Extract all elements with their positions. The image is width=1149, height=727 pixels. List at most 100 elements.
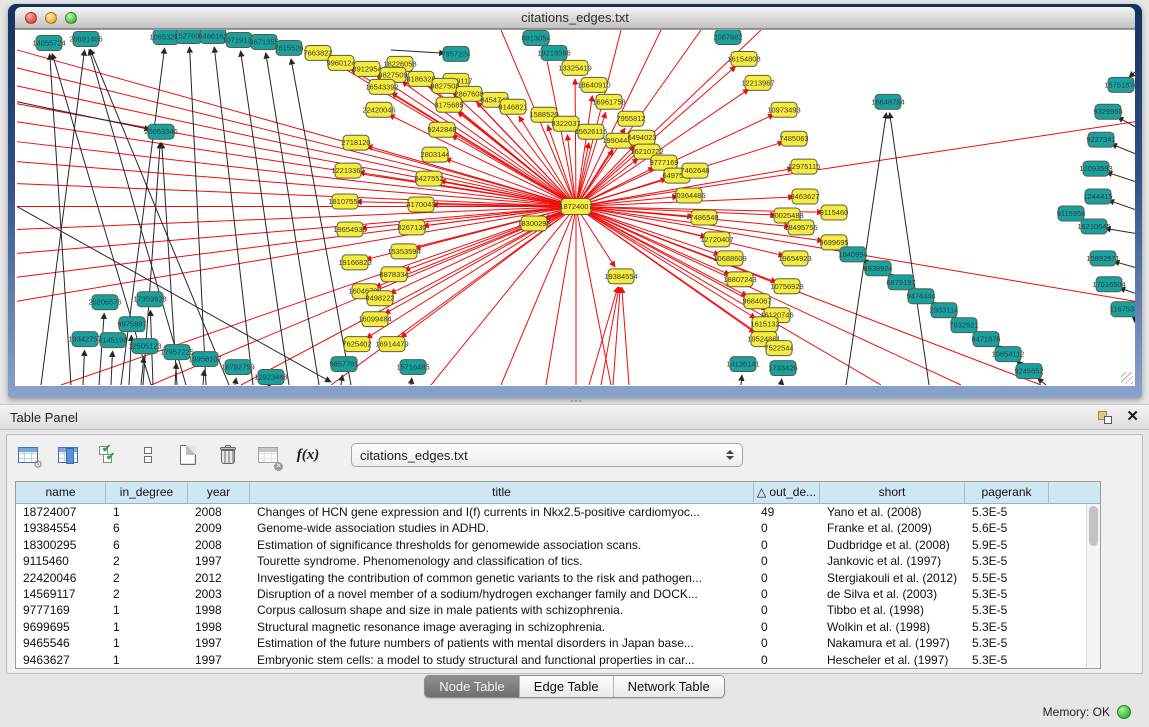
table-cell[interactable]: 22420046 — [16, 570, 106, 586]
table-row[interactable]: 1872400712008Changes of HCN gene express… — [16, 504, 1086, 520]
memory-status-icon[interactable] — [1117, 705, 1131, 719]
table-row[interactable]: 1456911722003Disruption of a novel membe… — [16, 586, 1086, 602]
graph-edge-black[interactable] — [781, 379, 782, 385]
network-window-titlebar[interactable]: citations_edges.txt — [15, 7, 1135, 29]
table-row[interactable]: 946554611997Estimation of the future num… — [16, 635, 1086, 651]
graph-edge-black[interactable] — [241, 51, 289, 385]
table-cell[interactable]: 1997 — [188, 553, 250, 569]
table-cell[interactable]: Stergiakouli et al. (2012) — [820, 570, 965, 586]
table-cell[interactable]: 9777169 — [16, 602, 106, 618]
table-cell[interactable]: 5.3E-5 — [965, 602, 1049, 618]
table-cell[interactable]: de Silva et al. (2003) — [820, 586, 965, 602]
graph-edge-black[interactable] — [121, 48, 165, 385]
float-panel-icon[interactable] — [1098, 411, 1112, 424]
table-cell[interactable]: Tibbo et al. (1998) — [820, 602, 965, 618]
table-cell[interactable]: 9115460 — [16, 553, 106, 569]
table-cell[interactable]: Jankovic et al. (1997) — [820, 553, 965, 569]
table-selector-dropdown[interactable]: citations_edges.txt — [351, 443, 743, 467]
column-header-title[interactable]: title — [250, 482, 754, 503]
graph-edge-black[interactable] — [1108, 200, 1135, 209]
table-cell[interactable]: Genome-wide association studies in ADHD. — [250, 520, 754, 536]
table-row[interactable]: 946362711997Embryonic stem cells: a mode… — [16, 652, 1086, 668]
table-cell[interactable]: 2003 — [188, 586, 250, 602]
table-cell[interactable]: 9699695 — [16, 619, 106, 635]
show-column-icon[interactable] — [55, 442, 81, 468]
table-cell[interactable]: 1997 — [188, 652, 250, 668]
table-row[interactable]: 977716911998Corpus callosum shape and si… — [16, 602, 1086, 618]
column-header-year[interactable]: year — [188, 482, 250, 503]
table-cell[interactable]: 5.3E-5 — [965, 553, 1049, 569]
graph-edge-black[interactable] — [83, 350, 85, 385]
tab-node-table[interactable]: Node Table — [425, 676, 520, 697]
graph-edge-black[interactable] — [341, 375, 342, 385]
graph-edge-red[interactable] — [622, 287, 629, 385]
column-header-in_degree[interactable]: in_degree — [106, 482, 188, 503]
graph-edge-red[interactable] — [452, 135, 576, 206]
table-cell[interactable]: 1 — [106, 652, 188, 668]
table-cell[interactable]: Nakamura et al. (1997) — [820, 635, 965, 651]
graph-edge-black[interactable] — [1106, 172, 1135, 181]
graph-edge-black[interactable] — [99, 313, 104, 385]
zoom-window-icon[interactable] — [65, 12, 77, 24]
table-row[interactable]: 1938455462009Genome-wide association stu… — [16, 520, 1086, 536]
table-cell[interactable]: Franke et al. (2009) — [820, 520, 965, 536]
table-cell[interactable]: 1 — [106, 635, 188, 651]
table-cell[interactable]: 5.9E-5 — [965, 537, 1049, 553]
table-cell[interactable]: Disruption of a novel member of a sodium… — [250, 586, 754, 602]
table-cell[interactable]: 0 — [754, 602, 820, 618]
graph-edge-black[interactable] — [203, 370, 204, 385]
graph-edge-black[interactable] — [235, 378, 236, 385]
table-cell[interactable]: 6 — [106, 537, 188, 553]
table-cell[interactable]: 2012 — [188, 570, 250, 586]
table-cell[interactable]: 1 — [106, 619, 188, 635]
table-cell[interactable]: Tourette syndrome. Phenomenology and cla… — [250, 553, 754, 569]
column-header-short[interactable]: short — [820, 482, 965, 503]
table-cell[interactable]: 6 — [106, 520, 188, 536]
graph-edge-red[interactable] — [359, 172, 576, 206]
table-cell[interactable]: 2 — [106, 553, 188, 569]
table-cell[interactable]: 0 — [754, 553, 820, 569]
create-table-icon[interactable] — [175, 442, 201, 468]
table-cell[interactable]: 5.3E-5 — [965, 504, 1049, 520]
network-canvas[interactable]: 1405572420891406106532671527602646616110… — [15, 29, 1135, 386]
minimize-window-icon[interactable] — [45, 12, 57, 24]
table-cell[interactable]: 2008 — [188, 504, 250, 520]
table-cell[interactable]: Corpus callosum shape and size in male p… — [250, 602, 754, 618]
table-cell[interactable]: Investigating the contribution of common… — [250, 570, 754, 586]
table-cell[interactable]: 2008 — [188, 537, 250, 553]
table-cell[interactable]: 2 — [106, 570, 188, 586]
graph-edge-black[interactable] — [175, 363, 176, 385]
graph-edge-black[interactable] — [1129, 72, 1135, 77]
delete-table-icon[interactable]: ✕ — [255, 442, 281, 468]
table-scrollbar[interactable] — [1086, 504, 1100, 668]
table-cell[interactable]: Estimation of significance thresholds fo… — [250, 537, 754, 553]
table-cell[interactable]: 5.3E-5 — [965, 652, 1049, 668]
select-all-rows-icon[interactable]: ✔✔ — [95, 442, 121, 468]
table-cell[interactable]: 9463627 — [16, 652, 106, 668]
table-cell[interactable]: 14569117 — [16, 586, 106, 602]
table-cell[interactable]: 5.3E-5 — [965, 586, 1049, 602]
table-cell[interactable]: 1 — [106, 602, 188, 618]
table-cell[interactable]: 5.3E-5 — [965, 619, 1049, 635]
table-cell[interactable]: 5.3E-5 — [965, 635, 1049, 651]
table-row[interactable]: 911546021997Tourette syndrome. Phenomeno… — [16, 553, 1086, 569]
table-cell[interactable]: 1997 — [188, 635, 250, 651]
table-row[interactable]: 1830029562008Estimation of significance … — [16, 537, 1086, 553]
column-header-name[interactable]: name — [16, 482, 106, 503]
table-cell[interactable]: Dudbridge et al. (2008) — [820, 537, 965, 553]
table-cell[interactable]: 5.5E-5 — [965, 570, 1049, 586]
graph-edge-black[interactable] — [190, 47, 206, 385]
table-cell[interactable]: 18300295 — [16, 537, 106, 553]
graph-edge-black[interactable] — [268, 385, 269, 386]
table-cell[interactable]: 5.6E-5 — [965, 520, 1049, 536]
table-cell[interactable]: 0 — [754, 520, 820, 536]
table-cell[interactable]: 0 — [754, 635, 820, 651]
graph-edge-black[interactable] — [1111, 144, 1135, 154]
table-row[interactable]: 969969511998Structural magnetic resonanc… — [16, 619, 1086, 635]
table-cell[interactable]: Estimation of the future numbers of pati… — [250, 635, 754, 651]
close-window-icon[interactable] — [25, 12, 37, 24]
table-cell[interactable]: Wolkin et al. (1998) — [820, 619, 965, 635]
table-cell[interactable]: Embryonic stem cells: a model to study s… — [250, 652, 754, 668]
scrollbar-thumb[interactable] — [1089, 506, 1098, 546]
table-row[interactable]: 2242004622012Investigating the contribut… — [16, 570, 1086, 586]
